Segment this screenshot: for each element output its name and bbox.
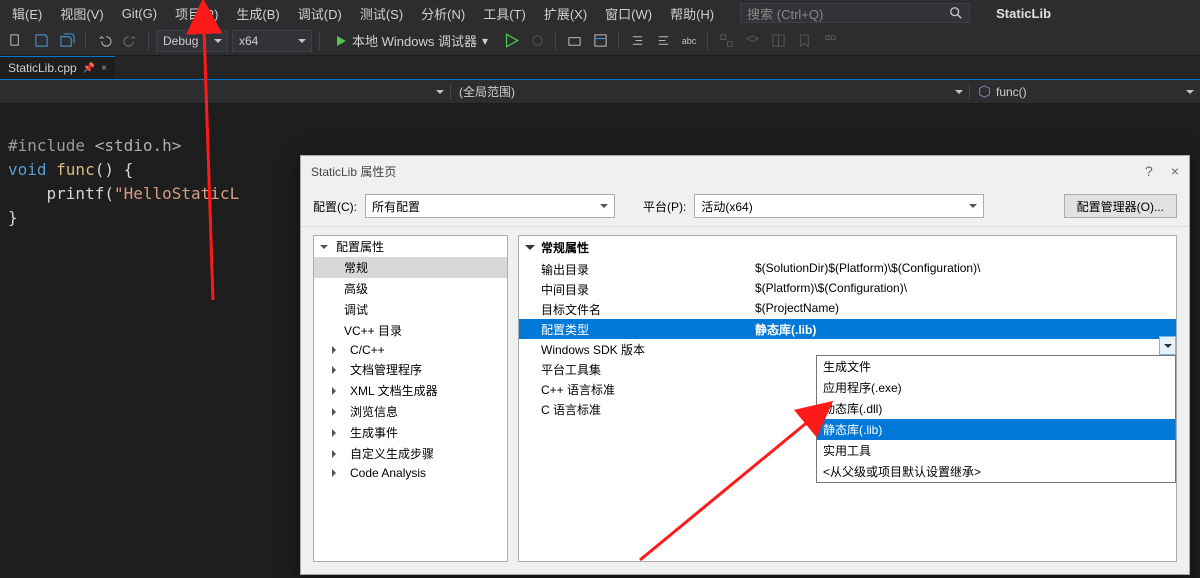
row-target-name[interactable]: 目标文件名$(ProjectName) — [519, 299, 1176, 319]
menu-build[interactable]: 生成(B) — [228, 1, 287, 26]
save-all-icon[interactable] — [56, 30, 78, 52]
redo-icon[interactable] — [119, 30, 141, 52]
pin-icon[interactable]: 📌 — [83, 63, 95, 74]
layers-icon[interactable] — [741, 30, 763, 52]
tab-staticlib-cpp[interactable]: StaticLib.cpp 📌 × — [0, 56, 115, 79]
grid-icon[interactable] — [767, 30, 789, 52]
dialog-titlebar[interactable]: StaticLib 属性页 ? × — [301, 156, 1189, 186]
menu-git[interactable]: Git(G) — [114, 3, 165, 24]
global-scope-combo[interactable]: (全局范围) — [451, 82, 969, 102]
config-select[interactable]: 所有配置 — [365, 194, 615, 218]
start-debug-label: 本地 Windows 调试器 — [352, 31, 477, 50]
tree-xmldocgen[interactable]: XML 文档生成器 — [314, 380, 507, 401]
toolbar: Debug x64 本地 Windows 调试器 ▾ abc — [0, 26, 1200, 56]
group-icon[interactable] — [715, 30, 737, 52]
config-manager-button[interactable]: 配置管理器(O)... — [1064, 194, 1177, 218]
play-icon — [335, 35, 347, 47]
row-output-dir[interactable]: 输出目录$(SolutionDir)$(Platform)\$(Configur… — [519, 259, 1176, 279]
quick-search[interactable]: 搜索 (Ctrl+Q) — [740, 3, 970, 23]
menu-help[interactable]: 帮助(H) — [662, 1, 722, 26]
tab-label: StaticLib.cpp — [8, 61, 77, 75]
comment-icon[interactable]: abc — [678, 30, 700, 52]
chevron-down-icon — [525, 245, 535, 255]
menubar: 辑(E) 视图(V) Git(G) 项目(P) 生成(B) 调试(D) 测试(S… — [0, 0, 1200, 26]
dd-staticlib[interactable]: 静态库(.lib) — [817, 419, 1175, 440]
menu-edit[interactable]: 辑(E) — [4, 1, 50, 26]
tree-root[interactable]: 配置属性 — [314, 236, 507, 257]
menu-project[interactable]: 项目(P) — [167, 1, 226, 26]
start-no-debug-icon[interactable] — [500, 30, 522, 52]
outdent-icon[interactable] — [652, 30, 674, 52]
tree-custombuild[interactable]: 自定义生成步骤 — [314, 443, 507, 464]
tree-advanced[interactable]: 高级 — [314, 278, 507, 299]
search-icon — [949, 6, 963, 20]
save-icon[interactable] — [30, 30, 52, 52]
organize-icon[interactable] — [819, 30, 841, 52]
tree-browseinfo[interactable]: 浏览信息 — [314, 401, 507, 422]
dd-utility[interactable]: 实用工具 — [817, 440, 1175, 461]
toolbox-icon[interactable] — [563, 30, 585, 52]
menu-debug[interactable]: 调试(D) — [290, 1, 350, 26]
indent-icon[interactable] — [626, 30, 648, 52]
project-scope-combo[interactable] — [0, 82, 450, 102]
help-button[interactable]: ? — [1145, 163, 1153, 179]
row-config-type[interactable]: 配置类型静态库(.lib) — [519, 319, 1176, 339]
function-scope-combo[interactable]: func() — [970, 82, 1200, 102]
config-type-dropdown: 生成文件 应用程序(.exe) 动态库(.dll) 静态库(.lib) 实用工具… — [816, 355, 1176, 483]
attach-icon[interactable] — [526, 30, 548, 52]
tree-debugging[interactable]: 调试 — [314, 299, 507, 320]
config-combo[interactable]: Debug — [156, 30, 228, 52]
grid-section-header[interactable]: 常规属性 — [519, 236, 1176, 259]
dd-dll[interactable]: 动态库(.dll) — [817, 398, 1175, 419]
menu-view[interactable]: 视图(V) — [52, 1, 111, 26]
navigation-bar: (全局范围) func() — [0, 80, 1200, 104]
dd-inherit[interactable]: <从父级或项目默认设置继承> — [817, 461, 1175, 482]
platform-combo[interactable]: x64 — [232, 30, 312, 52]
row-intermediate-dir[interactable]: 中间目录$(Platform)\$(Configuration)\ — [519, 279, 1176, 299]
tree-general[interactable]: 常规 — [314, 257, 507, 278]
dialog-config-row: 配置(C): 所有配置 平台(P): 活动(x64) 配置管理器(O)... — [301, 186, 1189, 227]
property-tree[interactable]: 配置属性 常规 高级 调试 VC++ 目录 C/C++ 文档管理程序 XML 文… — [313, 235, 508, 562]
config-type-dropdown-toggle[interactable] — [1159, 336, 1176, 355]
undo-icon[interactable] — [93, 30, 115, 52]
tree-docmanager[interactable]: 文档管理程序 — [314, 359, 507, 380]
search-placeholder: 搜索 (Ctrl+Q) — [747, 4, 823, 23]
tree-buildevents[interactable]: 生成事件 — [314, 422, 507, 443]
tree-ccpp[interactable]: C/C++ — [314, 341, 507, 359]
dd-makefile[interactable]: 生成文件 — [817, 356, 1175, 377]
menu-ext[interactable]: 扩展(X) — [536, 1, 595, 26]
tree-codeanalysis[interactable]: Code Analysis — [314, 464, 507, 482]
menu-test[interactable]: 测试(S) — [352, 1, 411, 26]
document-tabs: StaticLib.cpp 📌 × — [0, 56, 1200, 80]
property-grid: 常规属性 输出目录$(SolutionDir)$(Platform)\$(Con… — [518, 235, 1177, 562]
new-file-icon[interactable] — [4, 30, 26, 52]
platform-select[interactable]: 活动(x64) — [694, 194, 984, 218]
method-icon — [978, 85, 991, 98]
dialog-title: StaticLib 属性页 — [311, 163, 396, 180]
close-icon[interactable]: × — [101, 63, 107, 74]
solution-title: StaticLib — [996, 6, 1051, 21]
bookmark-icon[interactable] — [793, 30, 815, 52]
properties-icon[interactable] — [589, 30, 611, 52]
property-pages-dialog: StaticLib 属性页 ? × 配置(C): 所有配置 平台(P): 活动(… — [300, 155, 1190, 575]
start-debug-button[interactable]: 本地 Windows 调试器 ▾ — [327, 30, 496, 52]
menu-window[interactable]: 窗口(W) — [597, 1, 660, 26]
menu-analyze[interactable]: 分析(N) — [413, 1, 473, 26]
menu-tools[interactable]: 工具(T) — [475, 1, 534, 26]
dd-exe[interactable]: 应用程序(.exe) — [817, 377, 1175, 398]
config-label: 配置(C): — [313, 198, 357, 215]
dialog-close-button[interactable]: × — [1171, 163, 1179, 179]
tree-vcdirs[interactable]: VC++ 目录 — [314, 320, 507, 341]
platform-label: 平台(P): — [643, 198, 686, 215]
